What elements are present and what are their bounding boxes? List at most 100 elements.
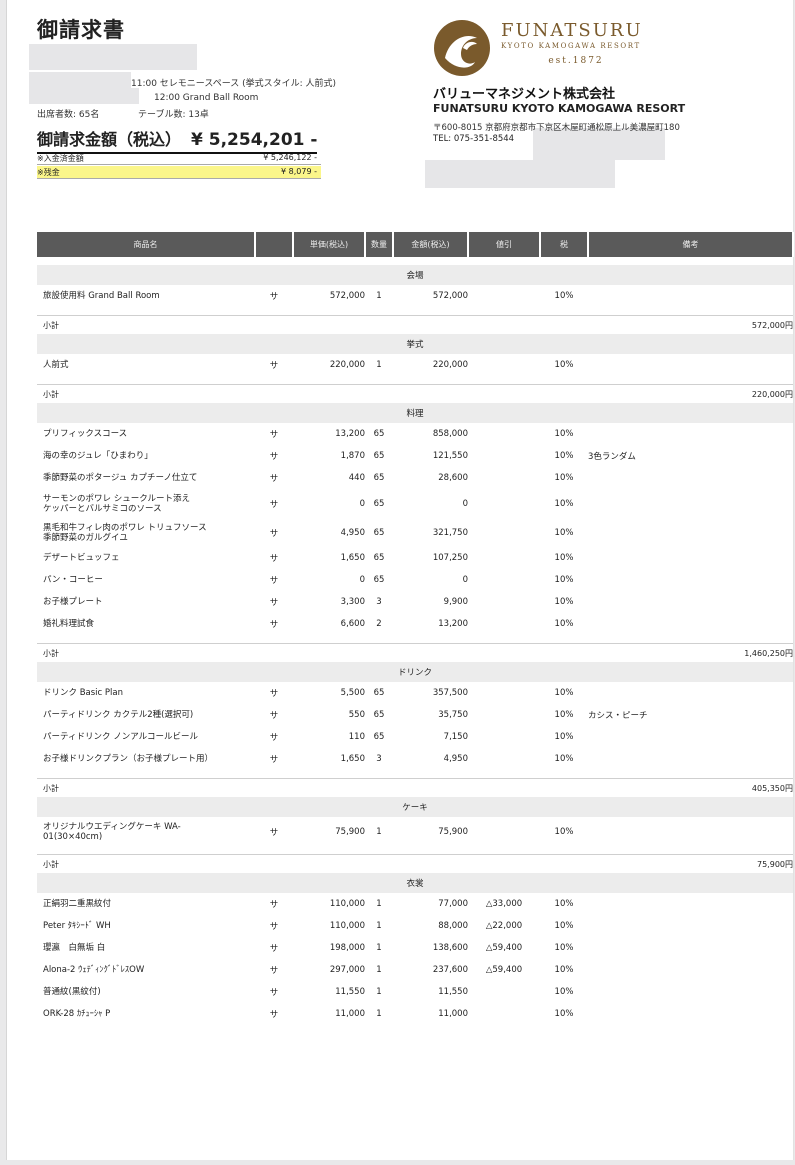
note bbox=[588, 354, 793, 376]
tax-mark: サ bbox=[269, 755, 279, 765]
discount bbox=[468, 518, 540, 547]
tax-rate: 10% bbox=[554, 553, 574, 563]
table-row: パーティドリンク カクテル2種(選択可) サ 550 65 35,750 10% カシス・ピ… bbox=[37, 704, 793, 726]
unit-price: 110,000 bbox=[329, 899, 365, 909]
discount bbox=[468, 489, 540, 518]
tax-rate: 10% bbox=[554, 899, 574, 909]
redacted-block bbox=[425, 160, 615, 188]
table-row: 正絹羽二重黒紋付 サ 110,000 1 77,000 △33,000 10% bbox=[37, 893, 793, 915]
section-name: ドリンク bbox=[37, 662, 793, 682]
tax-mark: サ bbox=[269, 1010, 279, 1020]
subtotal-value: 220,000円 bbox=[293, 384, 793, 403]
amount: 13,200 bbox=[438, 619, 468, 629]
subtotal-label: 小計 bbox=[37, 384, 293, 403]
unit-price: 572,000 bbox=[329, 291, 365, 301]
tax-mark: サ bbox=[269, 711, 279, 721]
tax-rate: 10% bbox=[554, 943, 574, 953]
item-name: Alona-2 ｳｪﾃﾞｨﾝｸﾞﾄﾞﾚｽOW bbox=[43, 965, 145, 975]
col-header-tax: 税 bbox=[540, 232, 589, 257]
amount: 237,600 bbox=[432, 965, 468, 975]
amount: 107,250 bbox=[432, 553, 468, 563]
item-name: サーモンのポワレ シュークルート添え ケッパーとバルサミコのソース bbox=[43, 493, 190, 514]
table-row: パーティドリンク ノンアルコールビール サ 110 65 7,150 10% bbox=[37, 726, 793, 748]
note bbox=[588, 423, 793, 445]
subtotal-row: 小計 572,000円 bbox=[37, 315, 793, 334]
tax-mark: サ bbox=[269, 966, 279, 976]
item-name: 旅設使用料 Grand Ball Room bbox=[43, 291, 160, 301]
discount bbox=[468, 748, 540, 770]
table-row: 黒毛和牛フィレ肉のポワレ トリュフソース 季節野菜のガルグイユ サ 4,950 65 3… bbox=[37, 518, 793, 547]
discount bbox=[468, 569, 540, 591]
table-row: 海の幸のジュレ「ひまわり」 サ 1,870 65 121,550 10% 3色ランダム bbox=[37, 445, 793, 467]
amount: 35,750 bbox=[438, 710, 468, 720]
unit-price: 11,000 bbox=[335, 1009, 365, 1019]
discount: △59,400 bbox=[485, 965, 523, 975]
unit-price: 75,900 bbox=[335, 826, 365, 837]
note bbox=[588, 591, 793, 613]
col-header-discount: 値引 bbox=[468, 232, 541, 257]
table-row: デザートビュッフェ サ 1,650 65 107,250 10% bbox=[37, 547, 793, 569]
section-header-row: 会場 bbox=[37, 265, 793, 285]
tax-mark: サ bbox=[269, 733, 279, 743]
col-header-price: 単価(税込) bbox=[293, 232, 366, 257]
amount: 77,000 bbox=[438, 899, 468, 909]
amount: 9,900 bbox=[443, 597, 468, 607]
subtotal-label: 小計 bbox=[37, 643, 293, 662]
note bbox=[588, 893, 793, 915]
unit-price: 11,550 bbox=[335, 987, 365, 997]
note bbox=[588, 959, 793, 981]
quantity: 3 bbox=[376, 597, 382, 607]
tax-rate: 10% bbox=[554, 451, 574, 461]
item-name: 人前式 bbox=[43, 360, 69, 370]
tax-mark: サ bbox=[269, 361, 279, 371]
unit-price: 4,950 bbox=[340, 527, 365, 538]
col-header-blank bbox=[255, 232, 294, 257]
note bbox=[588, 937, 793, 959]
section-header-row: 料理 bbox=[37, 403, 793, 423]
tax-mark: サ bbox=[269, 620, 279, 630]
tax-rate: 10% bbox=[554, 527, 574, 538]
amount: 4,950 bbox=[443, 754, 468, 764]
table-row: 婚礼料理試食 サ 6,600 2 13,200 10% bbox=[37, 613, 793, 635]
section-header-row: 挙式 bbox=[37, 334, 793, 354]
amount: 121,550 bbox=[432, 451, 468, 461]
table-row: サーモンのポワレ シュークルート添え ケッパーとバルサミコのソース サ 0 65 0 10… bbox=[37, 489, 793, 518]
spacer-row bbox=[37, 635, 793, 644]
unit-price: 13,200 bbox=[335, 429, 365, 439]
spacer-row bbox=[37, 257, 793, 265]
note bbox=[588, 547, 793, 569]
spacer-cell bbox=[37, 846, 793, 855]
col-header-qty: 数量 bbox=[365, 232, 394, 257]
funatsuru-logo-icon bbox=[431, 18, 493, 82]
unit-price: 198,000 bbox=[329, 943, 365, 953]
billing-total: 御請求金額（税込） ¥ 5,254,201 - bbox=[37, 126, 317, 154]
subtotal-label: 小計 bbox=[37, 854, 293, 873]
tax-mark: サ bbox=[269, 528, 279, 539]
ceremony-line: 11:00 セレモニースペース (挙式スタイル: 人前式) bbox=[131, 79, 337, 89]
discount bbox=[468, 817, 540, 846]
amount: 858,000 bbox=[432, 429, 468, 439]
unit-price: 110 bbox=[348, 732, 365, 742]
amount: 138,600 bbox=[432, 943, 468, 953]
amount: 28,600 bbox=[438, 473, 468, 483]
discount bbox=[468, 704, 540, 726]
amount: 357,500 bbox=[432, 688, 468, 698]
unit-price: 6,600 bbox=[340, 619, 365, 629]
invoice-body: 会場 旅設使用料 Grand Ball Room サ 572,000 1 572,000 1… bbox=[37, 257, 793, 1033]
spacer-cell bbox=[37, 635, 793, 644]
company-name: バリューマネジメント株式会社 bbox=[433, 87, 616, 102]
item-name: 婚礼料理試食 bbox=[43, 619, 95, 629]
quantity: 65 bbox=[373, 498, 385, 509]
amount: 7,150 bbox=[443, 732, 468, 742]
guest-count: 出席者数: 65名 bbox=[37, 110, 100, 120]
unit-price: 220,000 bbox=[329, 360, 365, 370]
spacer-cell bbox=[37, 770, 793, 779]
quantity: 65 bbox=[373, 451, 385, 461]
table-row: お子様プレート サ 3,300 3 9,900 10% bbox=[37, 591, 793, 613]
item-name: パーティドリンク ノンアルコールビール bbox=[43, 732, 198, 742]
quantity: 1 bbox=[376, 921, 382, 931]
table-count: テーブル数: 13卓 bbox=[138, 110, 209, 120]
table-row: お子様ドリンクプラン（お子様プレート用） サ 1,650 3 4,950 10% bbox=[37, 748, 793, 770]
table-row: ORK-28 ｶﾁｭｰｼｬ P サ 11,000 1 11,000 10% bbox=[37, 1003, 793, 1025]
amount: 11,000 bbox=[438, 1009, 468, 1019]
